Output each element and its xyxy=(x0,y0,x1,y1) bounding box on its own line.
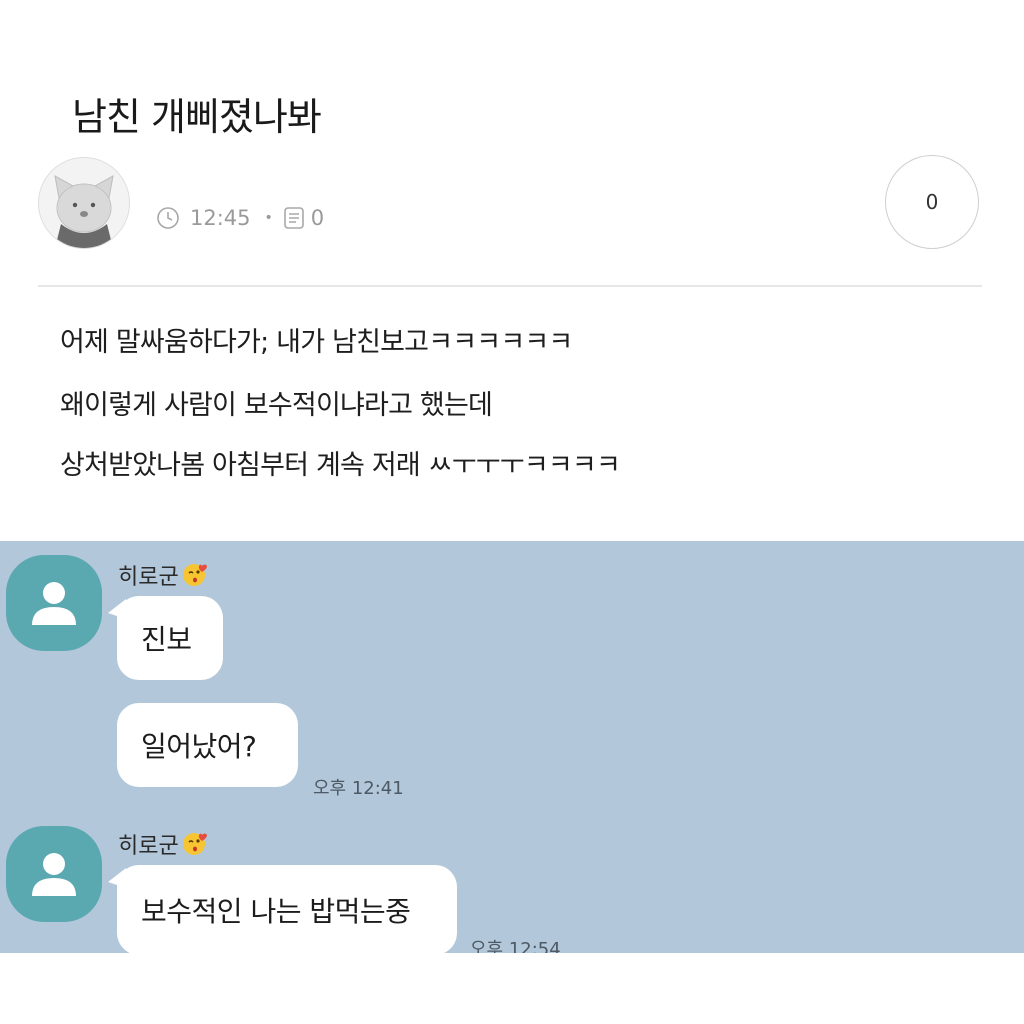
kiss-emoji-icon xyxy=(182,833,207,855)
chat-message-text: 일어났어? xyxy=(141,730,257,763)
post-body-line: 어제 말싸움하다가; 내가 남친보고ㅋㅋㅋㅋㅋㅋ xyxy=(60,327,573,358)
chat-message-bubble: 일어났어? xyxy=(117,703,298,787)
sender-name: 히로군 xyxy=(118,828,209,860)
meta-separator: • xyxy=(264,210,273,226)
post-body-line: 상처받았나봄 아침부터 계속 저래 ㅆㅜㅜㅜㅋㅋㅋㅋ xyxy=(60,450,621,481)
chat-message-text: 진보 xyxy=(141,623,192,656)
person-icon xyxy=(32,582,76,625)
like-count: 0 xyxy=(925,190,939,214)
sender-name-text: 히로군 xyxy=(118,834,179,859)
chat-message-bubble: 보수적인 나는 밥먹는중 xyxy=(117,865,457,953)
divider xyxy=(38,285,982,287)
like-button[interactable]: 0 xyxy=(885,155,979,249)
chat-message-text: 보수적인 나는 밥먹는중 xyxy=(141,895,411,928)
cat-avatar-icon xyxy=(39,158,129,248)
chat-message-bubble: 진보 xyxy=(117,596,223,680)
sender-profile-picture[interactable] xyxy=(6,555,102,651)
chat-screenshot: 히로군 진보 일어났어? 오후 12:41 히로군 보수적인 나는 밥먹는중 오… xyxy=(0,541,1024,953)
post-time: 12:45 xyxy=(190,206,251,230)
kiss-emoji-icon xyxy=(182,564,207,586)
comment-count: 0 xyxy=(310,206,325,230)
author-avatar[interactable] xyxy=(38,157,130,249)
sender-name: 히로군 xyxy=(118,559,209,591)
person-icon xyxy=(32,853,76,896)
message-timestamp: 오후 12:41 xyxy=(313,778,404,799)
comment-icon xyxy=(283,207,304,229)
sender-profile-picture[interactable] xyxy=(6,826,102,922)
post-meta: 12:45 • 0 xyxy=(156,203,324,233)
post-title: 남친 개삐졌나봐 xyxy=(72,95,322,139)
message-timestamp: 오후 12:54 xyxy=(470,939,561,953)
sender-name-text: 히로군 xyxy=(118,565,179,590)
post-body-line: 왜이렇게 사람이 보수적이냐라고 했는데 xyxy=(60,390,493,421)
clock-icon xyxy=(157,207,179,229)
